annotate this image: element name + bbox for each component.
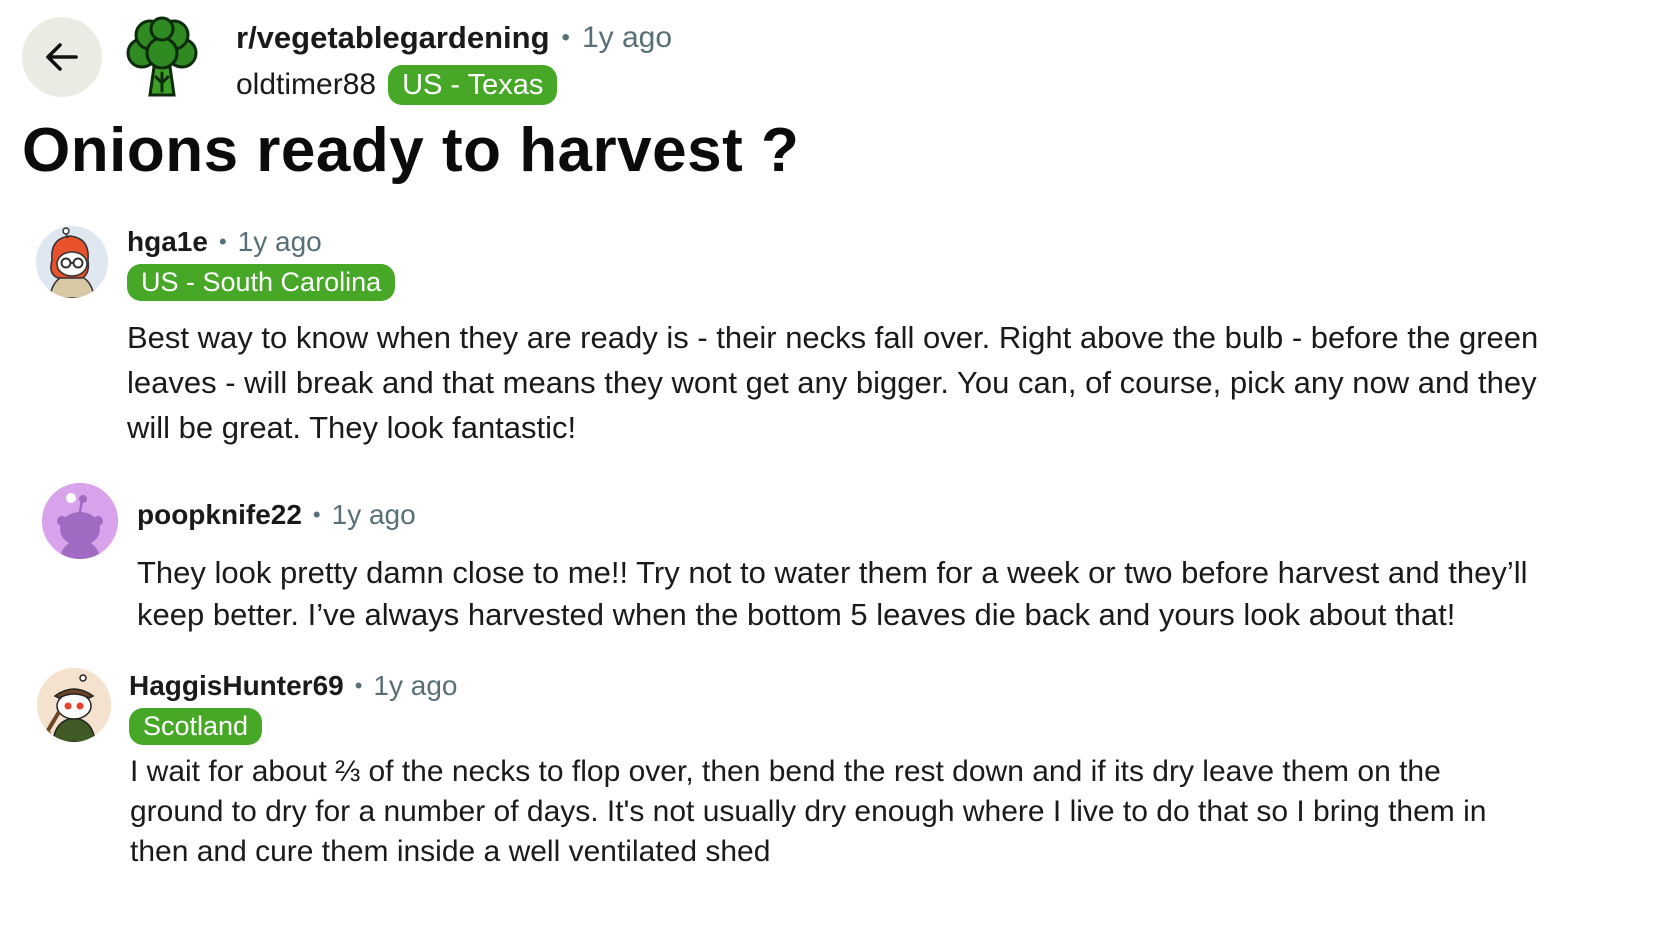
subreddit-link[interactable]: r/vegetablegardening: [236, 20, 550, 56]
comment-body: Best way to know when they are ready is …: [127, 320, 1539, 445]
comment-username[interactable]: hga1e: [127, 226, 208, 258]
comment-time: 1y ago: [373, 670, 458, 701]
comment-avatar-haggishunter69[interactable]: [37, 668, 111, 742]
comment-meta: poopknife22 • 1y ago: [137, 495, 416, 535]
separator-dot: •: [312, 502, 321, 527]
comment-time: 1y ago: [331, 499, 416, 530]
comment-flair: US - South Carolina: [127, 264, 396, 301]
comment-avatar-hga1e[interactable]: [36, 226, 108, 298]
comment-time: 1y ago: [237, 226, 322, 257]
back-button[interactable]: [22, 17, 102, 97]
comment-username[interactable]: poopknife22: [137, 499, 302, 531]
comment-avatar-poopknife22[interactable]: [42, 483, 118, 559]
post-meta: r/vegetablegardening • 1y ago: [236, 16, 672, 60]
user-avatar-icon: [42, 483, 118, 559]
user-avatar-icon: [37, 668, 111, 742]
comment-flair: Scotland: [129, 708, 263, 745]
post-page: r/vegetablegardening • 1y ago oldtimer88…: [0, 0, 1672, 941]
comment-meta: hga1e • 1y ago: [127, 222, 322, 262]
post-author[interactable]: oldtimer88: [236, 68, 376, 102]
user-avatar-icon: [36, 226, 108, 298]
author-flair: US - Texas: [388, 65, 558, 105]
post-time: 1y ago: [581, 21, 673, 54]
separator-dot: •: [218, 229, 227, 254]
comment-body: I wait for about ⅔ of the necks to flop …: [130, 755, 1487, 868]
broccoli-icon[interactable]: [120, 15, 204, 99]
post-author-line: oldtimer88 US - Texas: [236, 63, 558, 107]
post-title: Onions ready to harvest ?: [22, 116, 800, 185]
separator-dot: •: [561, 24, 570, 51]
comment-body: They look pretty damn close to me!! Try …: [137, 555, 1528, 632]
comment-meta: HaggisHunter69 • 1y ago: [129, 666, 458, 706]
back-arrow-icon: [46, 43, 78, 71]
separator-dot: •: [354, 673, 363, 698]
comment-username[interactable]: HaggisHunter69: [129, 670, 344, 702]
